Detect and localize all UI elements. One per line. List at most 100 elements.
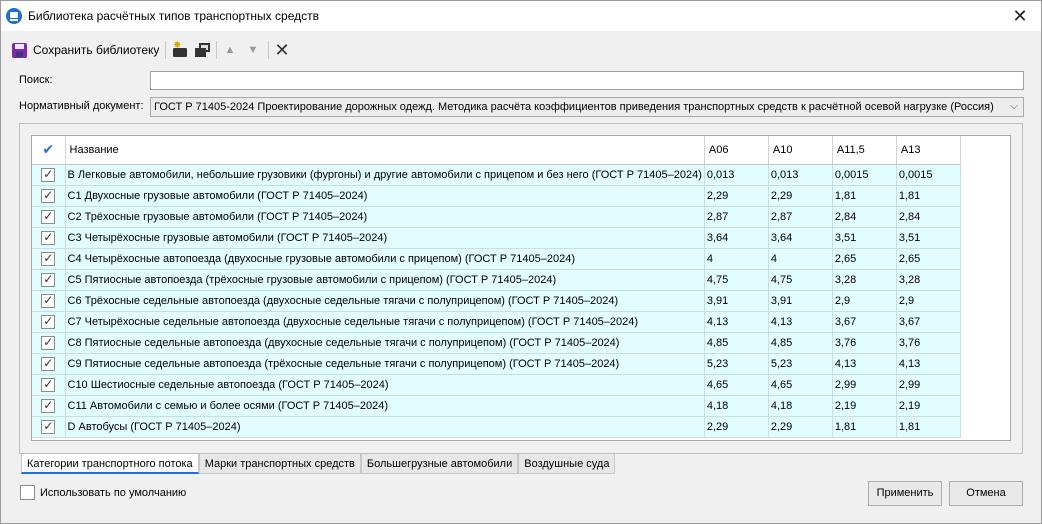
table-row[interactable]: C4 Четырёхосные автопоезда (двухосные гр… — [32, 248, 961, 270]
row-checkbox[interactable] — [41, 272, 56, 287]
coefficient-a10[interactable]: 0,013 — [768, 164, 833, 186]
column-header-a10[interactable]: А10 — [768, 136, 833, 165]
vehicle-type-name[interactable]: C9 Пятиосные седельные автопоезда (трёхо… — [65, 353, 705, 375]
coefficient-a06[interactable]: 4,85 — [704, 332, 769, 354]
vehicle-type-name[interactable]: C5 Пятиосные автопоезда (трёхосные грузо… — [65, 269, 705, 291]
coefficient-a11-5[interactable]: 2,65 — [832, 248, 897, 270]
tab-vehicle-brands[interactable]: Марки транспортных средств — [198, 454, 361, 474]
table-row[interactable]: C6 Трёхосные седельные автопоезда (двухо… — [32, 290, 961, 312]
coefficient-a06[interactable]: 5,23 — [704, 353, 769, 375]
move-down-button[interactable]: ▼ — [246, 39, 260, 61]
coefficient-a13[interactable]: 2,65 — [896, 248, 961, 270]
coefficient-a10[interactable]: 3,91 — [768, 290, 833, 312]
coefficient-a13[interactable]: 3,67 — [896, 311, 961, 333]
vehicle-type-name[interactable]: C7 Четырёхосные седельные автопоезда (дв… — [65, 311, 705, 333]
select-all-header[interactable]: ✔ — [32, 136, 66, 165]
table-row[interactable]: B Легковые автомобили, небольшие грузови… — [32, 164, 961, 186]
coefficient-a13[interactable]: 1,81 — [896, 185, 961, 207]
coefficient-a13[interactable]: 2,9 — [896, 290, 961, 312]
row-checkbox[interactable] — [41, 314, 56, 329]
table-row[interactable]: C1 Двухосные грузовые автомобили (ГОСТ Р… — [32, 185, 961, 207]
apply-button[interactable]: Применить — [868, 481, 942, 506]
vehicle-type-name[interactable]: C2 Трёхосные грузовые автомобили (ГОСТ Р… — [65, 206, 705, 228]
copy-button[interactable] — [194, 39, 211, 61]
normative-doc-select[interactable]: ГОСТ Р 71405-2024 Проектирование дорожны… — [150, 97, 1024, 117]
coefficient-a11-5[interactable]: 2,9 — [832, 290, 897, 312]
coefficient-a13[interactable]: 0,0015 — [896, 164, 961, 186]
table-row[interactable]: C5 Пятиосные автопоезда (трёхосные грузо… — [32, 269, 961, 291]
coefficient-a10[interactable]: 2,29 — [768, 416, 833, 438]
vehicle-type-name[interactable]: C11 Автомобили с семью и более осями (ГО… — [65, 395, 705, 417]
coefficient-a13[interactable]: 1,81 — [896, 416, 961, 438]
coefficient-a10[interactable]: 4,85 — [768, 332, 833, 354]
coefficient-a13[interactable]: 2,99 — [896, 374, 961, 396]
coefficient-a11-5[interactable]: 2,84 — [832, 206, 897, 228]
row-checkbox-cell[interactable] — [32, 416, 66, 438]
coefficient-a11-5[interactable]: 3,51 — [832, 227, 897, 249]
row-checkbox-cell[interactable] — [32, 164, 66, 186]
coefficient-a06[interactable]: 3,91 — [704, 290, 769, 312]
coefficient-a06[interactable]: 0,013 — [704, 164, 769, 186]
coefficient-a10[interactable]: 5,23 — [768, 353, 833, 375]
coefficient-a06[interactable]: 4,65 — [704, 374, 769, 396]
coefficient-a13[interactable]: 2,84 — [896, 206, 961, 228]
save-library-button[interactable]: Сохранить библиотеку — [12, 39, 159, 61]
row-checkbox-cell[interactable] — [32, 248, 66, 270]
row-checkbox-cell[interactable] — [32, 395, 66, 417]
coefficient-a13[interactable]: 3,51 — [896, 227, 961, 249]
table-row[interactable]: D Автобусы (ГОСТ Р 71405–2024)2,292,291,… — [32, 416, 961, 438]
coefficient-a10[interactable]: 4,75 — [768, 269, 833, 291]
vehicle-type-name[interactable]: C10 Шестиосные седельные автопоезда (ГОС… — [65, 374, 705, 396]
row-checkbox[interactable] — [41, 293, 56, 308]
coefficient-a06[interactable]: 4,75 — [704, 269, 769, 291]
move-up-button[interactable]: ▲ — [223, 39, 237, 61]
table-row[interactable]: C11 Автомобили с семью и более осями (ГО… — [32, 395, 961, 417]
column-header-a13[interactable]: А13 — [896, 136, 961, 165]
coefficient-a11-5[interactable]: 3,76 — [832, 332, 897, 354]
row-checkbox-cell[interactable] — [32, 185, 66, 207]
table-row[interactable]: C9 Пятиосные седельные автопоезда (трёхо… — [32, 353, 961, 375]
delete-button[interactable]: ✕ — [273, 39, 291, 61]
coefficient-a06[interactable]: 4 — [704, 248, 769, 270]
vehicle-type-name[interactable]: D Автобусы (ГОСТ Р 71405–2024) — [65, 416, 705, 438]
close-button[interactable]: ✕ — [1009, 5, 1031, 27]
row-checkbox[interactable] — [41, 356, 56, 371]
search-input[interactable] — [150, 71, 1024, 90]
coefficient-a06[interactable]: 4,13 — [704, 311, 769, 333]
row-checkbox-cell[interactable] — [32, 332, 66, 354]
column-header-name[interactable]: Название — [65, 136, 705, 165]
row-checkbox-cell[interactable] — [32, 311, 66, 333]
row-checkbox-cell[interactable] — [32, 374, 66, 396]
vehicle-type-name[interactable]: B Легковые автомобили, небольшие грузови… — [65, 164, 705, 186]
row-checkbox-cell[interactable] — [32, 290, 66, 312]
row-checkbox[interactable] — [41, 188, 56, 203]
coefficient-a10[interactable]: 4,13 — [768, 311, 833, 333]
coefficient-a13[interactable]: 2,19 — [896, 395, 961, 417]
coefficient-a11-5[interactable]: 0,0015 — [832, 164, 897, 186]
coefficient-a10[interactable]: 2,29 — [768, 185, 833, 207]
coefficient-a06[interactable]: 4,18 — [704, 395, 769, 417]
vehicle-type-name[interactable]: C3 Четырёхосные грузовые автомобили (ГОС… — [65, 227, 705, 249]
row-checkbox[interactable] — [41, 335, 56, 350]
coefficient-a11-5[interactable]: 2,99 — [832, 374, 897, 396]
coefficient-a10[interactable]: 2,87 — [768, 206, 833, 228]
row-checkbox-cell[interactable] — [32, 269, 66, 291]
vehicle-type-name[interactable]: C6 Трёхосные седельные автопоезда (двухо… — [65, 290, 705, 312]
row-checkbox[interactable] — [41, 167, 56, 182]
coefficient-a11-5[interactable]: 3,28 — [832, 269, 897, 291]
row-checkbox[interactable] — [41, 209, 56, 224]
coefficient-a11-5[interactable]: 2,19 — [832, 395, 897, 417]
cancel-button[interactable]: Отмена — [949, 481, 1023, 506]
coefficient-a13[interactable]: 3,28 — [896, 269, 961, 291]
coefficient-a06[interactable]: 3,64 — [704, 227, 769, 249]
coefficient-a06[interactable]: 2,87 — [704, 206, 769, 228]
row-checkbox[interactable] — [41, 251, 56, 266]
vehicle-type-name[interactable]: C8 Пятиосные седельные автопоезда (двухо… — [65, 332, 705, 354]
tab-heavy-trucks[interactable]: Большегрузные автомобили — [360, 454, 519, 474]
use-default-checkbox[interactable] — [20, 485, 35, 500]
tab-aircraft[interactable]: Воздушные суда — [518, 454, 616, 474]
vehicle-type-name[interactable]: C4 Четырёхосные автопоезда (двухосные гр… — [65, 248, 705, 270]
coefficient-a10[interactable]: 4,18 — [768, 395, 833, 417]
row-checkbox[interactable] — [41, 377, 56, 392]
coefficient-a06[interactable]: 2,29 — [704, 185, 769, 207]
